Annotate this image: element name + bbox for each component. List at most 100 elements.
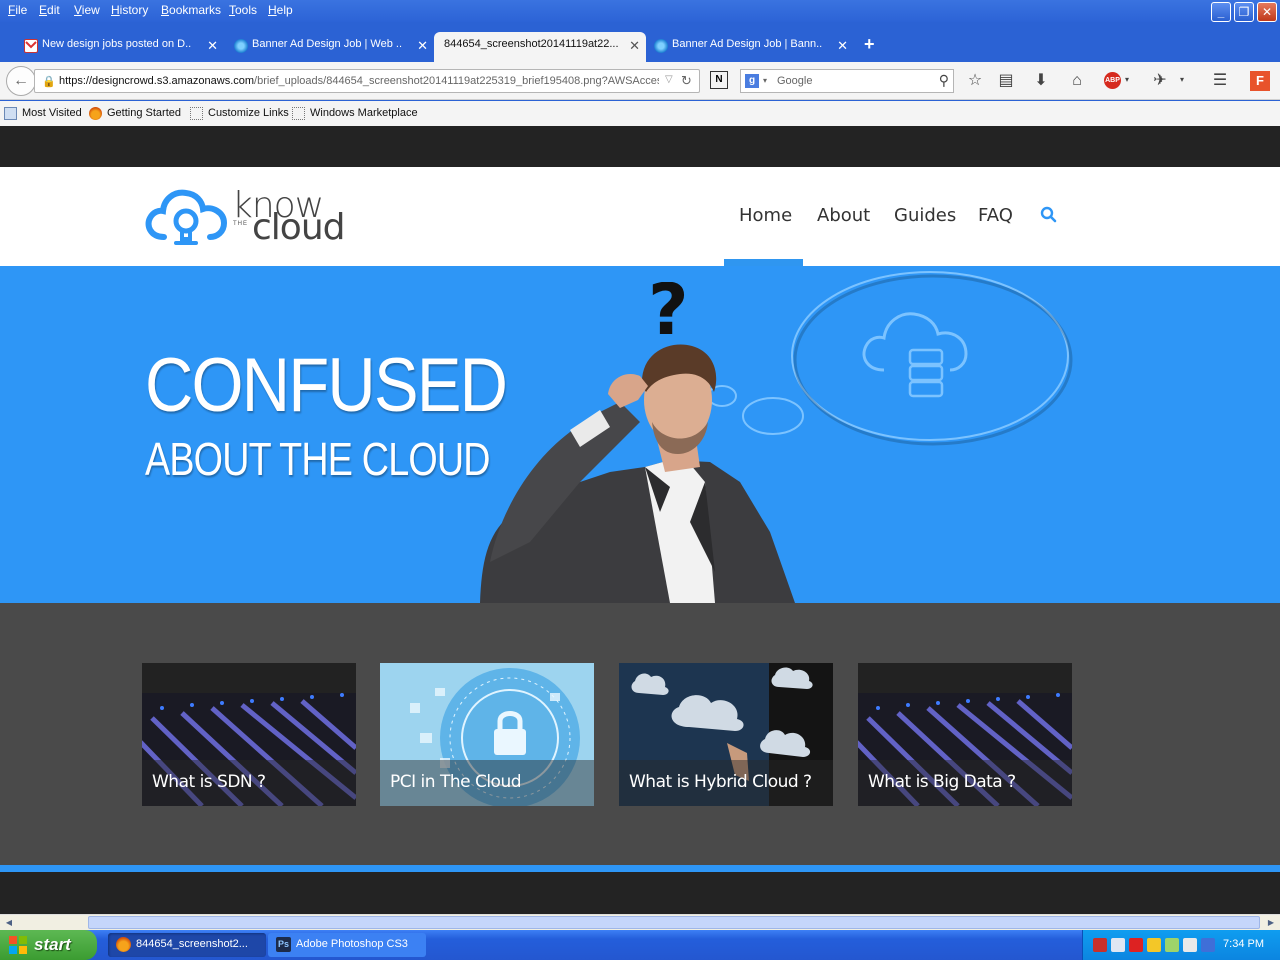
url-bar[interactable]: 🔒 https://designcrowd.s3.amazonaws.com/b… [34, 69, 700, 93]
bookmark-label: Customize Links [208, 107, 289, 119]
task-label: 844654_screenshot2... [136, 938, 248, 950]
network-tray-icon[interactable] [1111, 938, 1125, 952]
designcrowd-icon [234, 39, 248, 53]
addon-dropdown-icon[interactable]: ▾ [1180, 75, 1184, 84]
adblock-dropdown-icon[interactable]: ▾ [1125, 75, 1129, 84]
readability-icon[interactable]: N [710, 71, 728, 89]
search-icon[interactable] [1040, 206, 1058, 227]
bookmark-getting-started[interactable]: Getting Started [89, 107, 181, 120]
scroll-right-icon[interactable]: ▶ [1264, 916, 1278, 929]
bookmarks-toolbar: Most Visited Getting Started Customize L… [0, 101, 1280, 126]
restore-button[interactable]: ❐ [1234, 2, 1254, 22]
menu-tools[interactable]: Tools [229, 3, 257, 17]
back-button[interactable]: ← [6, 66, 36, 96]
scroll-left-icon[interactable]: ◀ [2, 916, 16, 929]
menu-hamburger-icon[interactable]: ☰ [1210, 71, 1230, 91]
site-header: know the cloud Home About Guides FAQ [0, 167, 1280, 266]
new-tab-icon[interactable]: + [864, 34, 875, 55]
bookmark-star-icon[interactable]: ☆ [965, 71, 985, 91]
tab-close-icon[interactable]: ✕ [629, 38, 640, 54]
card-title: What is Hybrid Cloud ? [629, 772, 812, 792]
windows-taskbar: start 844654_screenshot2... Ps Adobe Pho… [0, 930, 1280, 960]
close-window-button[interactable]: ✕ [1257, 2, 1277, 22]
volume-tray-icon[interactable] [1201, 938, 1215, 952]
tab-strip: New design jobs posted on D... ✕ Banner … [0, 26, 1280, 62]
logo-text-the: the [233, 221, 248, 227]
card-big-data[interactable]: What is Big Data ? [858, 663, 1072, 806]
browser-window: File Edit View History Bookmarks Tools H… [0, 0, 1280, 126]
google-engine-icon[interactable]: g [745, 74, 759, 88]
downloads-icon[interactable]: ⬇ [1031, 71, 1051, 91]
search-icon[interactable]: ⚲ [939, 72, 949, 89]
minimize-button[interactable]: _ [1211, 2, 1231, 22]
start-label: start [34, 935, 71, 954]
task-firefox[interactable]: 844654_screenshot2... [108, 933, 266, 957]
flashget-icon[interactable]: F [1250, 71, 1270, 91]
nav-faq[interactable]: FAQ [978, 205, 1013, 226]
menu-bookmarks[interactable]: Bookmarks [161, 3, 221, 17]
menu-help[interactable]: Help [268, 3, 293, 17]
url-host: https://designcrowd.s3.amazonaws.com [59, 75, 255, 87]
question-mark-icon: ? [648, 282, 689, 351]
hero-banner: CONFUSED ABOUT THE CLOUD ? [0, 266, 1280, 603]
bookmark-windows-marketplace[interactable]: Windows Marketplace [292, 107, 418, 120]
search-bar[interactable]: g ▾ Google ⚲ [740, 69, 954, 93]
gmail-icon [24, 39, 38, 53]
nav-about[interactable]: About [817, 205, 870, 226]
url-text[interactable]: https://designcrowd.s3.amazonaws.com/bri… [59, 75, 659, 87]
firefox-icon [89, 107, 102, 120]
photoshop-icon: Ps [276, 937, 291, 952]
menu-file[interactable]: File [8, 3, 27, 17]
nav-guides[interactable]: Guides [894, 205, 956, 226]
tab-gmail[interactable]: New design jobs posted on D... ✕ [18, 32, 224, 62]
quicktime-tray-icon[interactable] [1129, 938, 1143, 952]
scrollbar-thumb[interactable] [88, 916, 1260, 929]
bookmark-customize-links[interactable]: Customize Links [190, 107, 289, 120]
menu-view[interactable]: View [74, 3, 100, 17]
tab-close-icon[interactable]: ✕ [207, 38, 218, 54]
home-icon[interactable]: ⌂ [1067, 71, 1087, 91]
tab-title: New design jobs posted on D... [42, 38, 192, 50]
menu-edit[interactable]: Edit [39, 3, 60, 17]
task-photoshop[interactable]: Ps Adobe Photoshop CS3 [268, 933, 426, 957]
acrobat-tray-icon[interactable] [1093, 938, 1107, 952]
page-icon [190, 107, 203, 120]
url-dropdown-icon[interactable]: ▽ [665, 74, 673, 85]
tab-close-icon[interactable]: ✕ [837, 38, 848, 54]
lock-icon: 🔒 [42, 76, 56, 88]
accent-bar [0, 865, 1280, 872]
warning-tray-icon[interactable] [1147, 938, 1161, 952]
adblock-icon[interactable]: ABP [1104, 72, 1121, 89]
card-pci[interactable]: PCI in The Cloud [380, 663, 594, 806]
horizontal-scrollbar[interactable]: ◀ ▶ [0, 914, 1280, 930]
navigation-toolbar: ← 🔒 https://designcrowd.s3.amazonaws.com… [0, 62, 1280, 100]
addon-icon[interactable]: ✈ [1150, 71, 1170, 91]
bookmark-label: Getting Started [107, 107, 181, 119]
reload-icon[interactable]: ↻ [681, 73, 692, 89]
web-page: know the cloud Home About Guides FAQ CON… [0, 126, 1280, 914]
card-hybrid-cloud[interactable]: What is Hybrid Cloud ? [619, 663, 833, 806]
bookmarks-list-icon[interactable]: ▤ [996, 71, 1016, 91]
search-input[interactable]: Google [777, 75, 812, 87]
site-logo[interactable]: know the cloud [144, 181, 364, 251]
tab-title: Banner Ad Design Job | Web ... [252, 38, 402, 50]
windows-logo-icon [9, 936, 27, 954]
tab-banner-ad-banner[interactable]: Banner Ad Design Job | Bann... ✕ [648, 32, 854, 62]
bookmark-most-visited[interactable]: Most Visited [4, 107, 82, 120]
app-tray-icon[interactable] [1183, 938, 1197, 952]
menu-history[interactable]: History [111, 3, 148, 17]
engine-dropdown-icon[interactable]: ▾ [763, 76, 767, 85]
tab-title: Banner Ad Design Job | Bann... [672, 38, 822, 50]
tab-banner-ad-web[interactable]: Banner Ad Design Job | Web ... ✕ [228, 32, 434, 62]
menu-bar: File Edit View History Bookmarks Tools H… [0, 0, 1280, 22]
logo-text-cloud: cloud [252, 207, 345, 248]
app-tray-icon[interactable] [1165, 938, 1179, 952]
clock: 7:34 PM [1223, 938, 1264, 950]
tab-screenshot[interactable]: 844654_screenshot20141119at22... ✕ [434, 32, 646, 62]
site-footer [0, 872, 1280, 914]
tab-close-icon[interactable]: ✕ [417, 38, 428, 54]
top-band [0, 126, 1280, 167]
card-sdn[interactable]: What is SDN ? [142, 663, 356, 806]
nav-home[interactable]: Home [739, 205, 792, 226]
start-button[interactable]: start [0, 930, 97, 960]
